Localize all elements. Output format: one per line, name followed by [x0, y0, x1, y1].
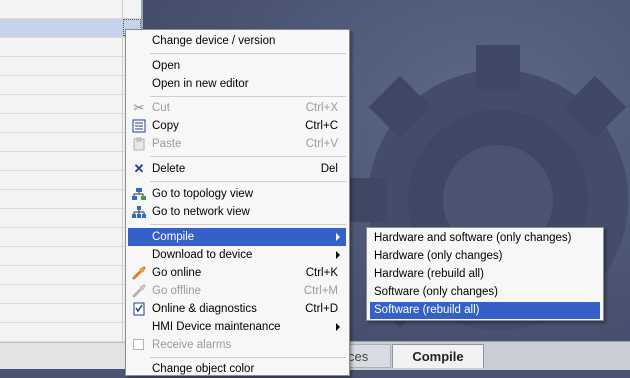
go-offline-icon	[132, 284, 146, 298]
diagnostics-icon	[132, 302, 146, 316]
menu-item-compile[interactable]: Compile	[128, 228, 346, 246]
menu-item-shortcut: Ctrl+D	[305, 303, 338, 315]
menu-item-label: Go to network view	[152, 206, 250, 218]
menu-item-label: HMI Device maintenance	[152, 321, 281, 333]
submenu-item-label: Hardware (only changes)	[374, 250, 503, 262]
submenu-item-label: Software (rebuild all)	[374, 304, 480, 316]
delete-x-icon: ✕	[133, 161, 145, 176]
project-tree-grid	[0, 0, 143, 369]
topology-icon	[132, 187, 146, 201]
menu-separator	[150, 96, 346, 97]
submenu-item-sw-rebuild[interactable]: Software (rebuild all)	[370, 302, 600, 319]
compile-submenu: Hardware and software (only changes) Har…	[366, 227, 604, 321]
menu-item-label: Go offline	[152, 285, 202, 297]
menu-item-shortcut: Del	[320, 163, 338, 175]
checkbox[interactable]	[133, 339, 144, 350]
menu-item-label: Go online	[152, 267, 202, 279]
menu-item-label: Online & diagnostics	[152, 303, 257, 315]
submenu-item-hw-rebuild[interactable]: Hardware (rebuild all)	[370, 266, 600, 283]
menu-item-change-object-color[interactable]: Change object color	[128, 360, 346, 378]
grid-footer	[0, 342, 143, 369]
menu-item-open[interactable]: Open	[128, 57, 346, 75]
context-menu: Change device / version Open Open in new…	[125, 29, 350, 376]
menu-item-label: Download to device	[152, 249, 253, 261]
menu-separator	[150, 224, 346, 225]
menu-separator	[150, 357, 346, 358]
menu-item-label: Open in new editor	[152, 78, 249, 90]
submenu-arrow-icon	[336, 233, 340, 241]
menu-separator	[150, 156, 346, 157]
scissors-icon: ✂	[133, 100, 145, 115]
menu-item-network-view[interactable]: Go to network view	[128, 203, 346, 221]
menu-item-change-device[interactable]: Change device / version	[128, 32, 346, 50]
submenu-item-hw-sw-changes[interactable]: Hardware and software (only changes)	[370, 230, 600, 247]
gear-tooth	[476, 45, 520, 89]
menu-item-label: Change device / version	[152, 35, 276, 47]
menu-item-download-to-device[interactable]: Download to device	[128, 246, 346, 264]
menu-item-hmi-maintenance[interactable]: HMI Device maintenance	[128, 318, 346, 336]
bottom-tab-bar: ces Compile	[337, 341, 630, 370]
menu-item-open-new-editor[interactable]: Open in new editor	[128, 75, 346, 93]
menu-item-label: Cut	[152, 102, 170, 114]
menu-item-shortcut: Ctrl+C	[305, 120, 338, 132]
submenu-arrow-icon	[336, 251, 340, 259]
menu-item-label: Change object color	[152, 363, 255, 375]
menu-item-cut[interactable]: ✂ Cut Ctrl+X	[128, 99, 346, 117]
submenu-item-label: Software (only changes)	[374, 286, 499, 298]
submenu-item-sw-changes[interactable]: Software (only changes)	[370, 284, 600, 301]
menu-item-shortcut: Ctrl+K	[305, 267, 338, 279]
menu-item-paste[interactable]: Paste Ctrl+V	[128, 135, 346, 153]
menu-item-delete[interactable]: ✕ Delete Del	[128, 160, 346, 178]
submenu-item-label: Hardware and software (only changes)	[374, 232, 572, 244]
menu-item-receive-alarms[interactable]: Receive alarms	[128, 336, 346, 354]
menu-item-shortcut: Ctrl+M	[303, 285, 338, 297]
menu-item-topology-view[interactable]: Go to topology view	[128, 185, 346, 203]
menu-item-label: Delete	[152, 163, 186, 175]
menu-item-go-offline[interactable]: Go offline Ctrl+M	[128, 282, 346, 300]
menu-item-shortcut: Ctrl+V	[305, 138, 338, 150]
submenu-arrow-icon	[336, 323, 340, 331]
menu-item-label: Receive alarms	[152, 339, 232, 351]
copy-icon	[132, 119, 146, 133]
menu-item-label: Paste	[152, 138, 182, 150]
go-online-icon	[132, 266, 146, 280]
menu-item-label: Compile	[152, 231, 195, 243]
menu-separator	[150, 53, 346, 54]
menu-item-shortcut: Ctrl+X	[305, 102, 338, 114]
menu-item-online-diagnostics[interactable]: Online & diagnostics Ctrl+D	[128, 300, 346, 318]
menu-item-go-online[interactable]: Go online Ctrl+K	[128, 264, 346, 282]
menu-item-copy[interactable]: Copy Ctrl+C	[128, 117, 346, 135]
menu-item-label: Open	[152, 60, 181, 72]
network-icon	[132, 205, 146, 219]
menu-separator	[150, 181, 346, 182]
paste-icon	[132, 137, 146, 151]
menu-item-label: Go to topology view	[152, 188, 254, 200]
menu-item-label: Copy	[152, 120, 179, 132]
tab-compile[interactable]: Compile	[392, 344, 484, 368]
grid-column-divider	[122, 0, 123, 369]
submenu-item-hw-changes[interactable]: Hardware (only changes)	[370, 248, 600, 265]
submenu-item-label: Hardware (rebuild all)	[374, 268, 484, 280]
